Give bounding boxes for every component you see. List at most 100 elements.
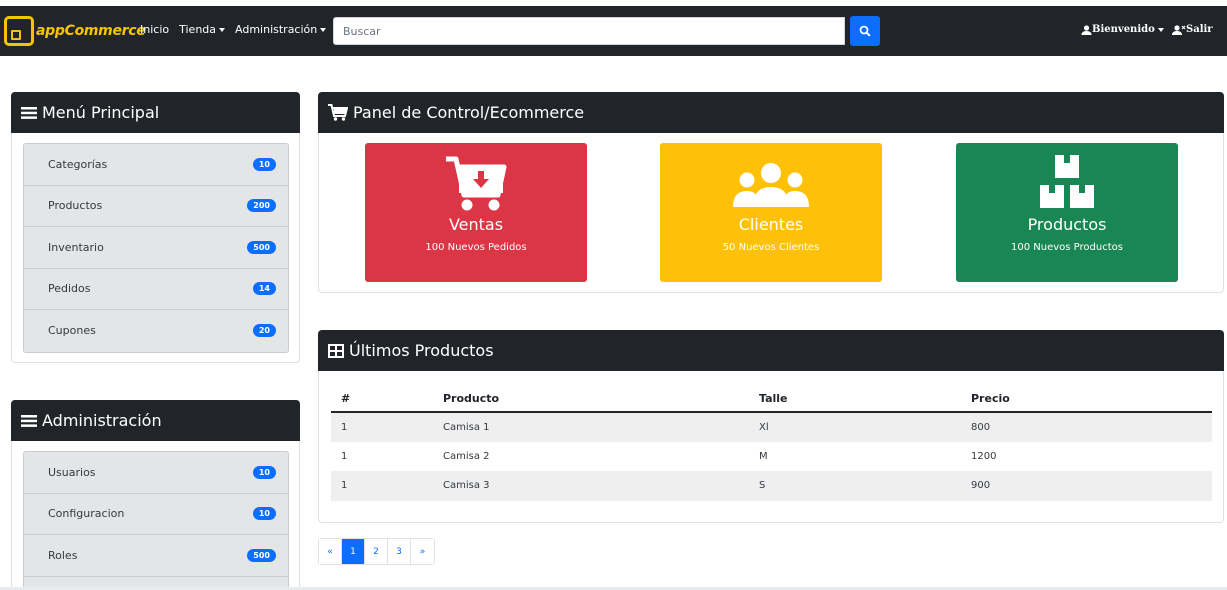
nav-link-label: Administración [235, 23, 318, 36]
cell-price: 800 [961, 412, 1212, 442]
cell-product: Camisa 1 [433, 412, 749, 442]
sidebar-item-label: Cupones [48, 324, 96, 338]
page-next-button[interactable]: » [411, 539, 434, 564]
sidebar-item-roles[interactable]: Roles 500 [24, 535, 288, 577]
cell-number: 1 [331, 471, 433, 501]
products-title: Últimos Productos [349, 341, 494, 360]
boxes-icon [1040, 155, 1094, 208]
logout-button[interactable]: Salir [1172, 24, 1213, 35]
sidebar-item-label: Categorías [48, 157, 108, 171]
cell-size: Xl [749, 412, 961, 442]
sidebar-item-label: Usuarios [48, 465, 96, 479]
column-header: Producto [433, 386, 749, 413]
sidebar-item-inventario[interactable]: Inventario 500 [24, 227, 288, 269]
nav-dropdown-tienda[interactable]: Tienda [179, 23, 226, 36]
main-menu-header: Menú Principal [11, 92, 300, 133]
chevron-down-icon [219, 28, 226, 32]
products-table: # Producto Talle Precio 1 Camisa 1 Xl 80… [331, 386, 1212, 501]
nav-link-inicio[interactable]: Inicio [140, 23, 169, 36]
welcome-dropdown[interactable]: Bienvenido [1081, 24, 1164, 35]
sidebar-item-configuracion[interactable]: Configuracion 10 [24, 494, 288, 535]
tile-subtitle: 100 Nuevos Productos [1011, 242, 1123, 253]
welcome-label: Bienvenido [1092, 24, 1155, 35]
page-2-button[interactable]: 2 [365, 539, 388, 564]
user-x-icon [1172, 24, 1186, 35]
sidebar-item-productos[interactable]: Productos 200 [24, 186, 288, 227]
tile-ventas[interactable]: Ventas 100 Nuevos Pedidos [365, 143, 587, 282]
brand[interactable]: appCommerce [4, 16, 146, 46]
tile-clientes[interactable]: Clientes 50 Nuevos Clientes [660, 143, 882, 282]
pagination: « 1 2 3 » [318, 538, 435, 565]
page-prev-button[interactable]: « [319, 539, 342, 564]
sidebar-item-cupones[interactable]: Cupones 20 [24, 310, 288, 352]
cart-download-icon [446, 156, 507, 211]
tile-subtitle: 100 Nuevos Pedidos [425, 242, 527, 253]
sidebar-item-label: Inventario [48, 240, 104, 254]
sidebar-item-label: Pedidos [48, 282, 91, 296]
tile-subtitle: 50 Nuevos Clientes [722, 242, 820, 253]
search-input[interactable] [333, 17, 845, 45]
sidebar-item-label: Configuracion [48, 507, 125, 521]
admin-menu-header: Administración [11, 400, 300, 441]
cell-product: Camisa 2 [443, 450, 490, 462]
main-menu-list: Categorías 10 Productos 200 Inventario 500 … [23, 143, 289, 353]
table-icon [328, 343, 344, 358]
search-button[interactable] [850, 16, 880, 46]
count-badge: 10 [252, 507, 276, 521]
page-3-button[interactable]: 3 [388, 539, 411, 564]
cell-size: M [759, 450, 768, 462]
nav-links: Inicio Tienda Administración [140, 23, 327, 36]
table-row: 1 Camisa 3 S 900 [331, 471, 1212, 501]
admin-menu-title: Administración [42, 411, 162, 430]
bars-icon [21, 414, 37, 427]
column-header: # [331, 386, 433, 413]
count-badge: 200 [247, 199, 276, 213]
cell-number: 1 [341, 450, 348, 462]
users-icon [733, 163, 809, 207]
admin-menu-card: Administración Usuarios 10 Configuracion 1… [11, 400, 300, 590]
main-menu-card: Menú Principal Categorías 10 Productos 200… [11, 92, 300, 363]
chevron-down-icon [1157, 27, 1164, 32]
tile-title: Productos [1027, 215, 1107, 234]
count-badge: 10 [252, 157, 276, 171]
products-header: Últimos Productos [318, 330, 1224, 371]
tile-title: Ventas [448, 215, 504, 234]
main-menu-title: Menú Principal [42, 103, 160, 122]
nav-link-label: Inicio [140, 23, 170, 36]
page-1-button[interactable]: 1 [342, 539, 365, 564]
nav-dropdown-administracion[interactable]: Administración [235, 23, 327, 36]
sidebar-item-label: Productos [48, 199, 103, 213]
sidebar-item-categorias[interactable]: Categorías 10 [24, 144, 288, 186]
sidebar-item-pedidos[interactable]: Pedidos 14 [24, 269, 288, 310]
tile-title: Clientes [738, 215, 804, 234]
column-header: Precio [961, 386, 1212, 413]
count-badge: 20 [252, 324, 276, 338]
cart-icon [328, 104, 348, 121]
count-badge: 500 [247, 548, 276, 562]
sidebar-item-label: Roles [48, 548, 78, 562]
count-badge: 10 [252, 465, 276, 479]
navbar: appCommerce Inicio Tienda Administración… [0, 6, 1227, 56]
tile-productos[interactable]: Productos 100 Nuevos Productos [956, 143, 1178, 282]
bars-icon [21, 106, 37, 119]
products-card: Últimos Productos # Producto Talle Preci… [318, 330, 1224, 523]
admin-menu-list: Usuarios 10 Configuracion 10 Roles 500 [23, 451, 289, 590]
column-header: Talle [749, 386, 961, 413]
table-row: 1 Camisa 1 Xl 800 [331, 412, 1212, 442]
dashboard-title: Panel de Control/Ecommerce [353, 103, 585, 122]
count-badge: 14 [252, 282, 276, 296]
cell-price: 1200 [971, 450, 997, 462]
cell-product: Camisa 3 [433, 471, 749, 501]
table-row: 1 Camisa 2 M 1200 [331, 442, 1212, 472]
cell-number: 1 [331, 412, 433, 442]
sidebar-item-usuarios[interactable]: Usuarios 10 [24, 452, 288, 494]
dashboard-header: Panel de Control/Ecommerce [318, 92, 1224, 133]
dashboard-card: Panel de Control/Ecommerce Ventas 100 Nu… [318, 92, 1224, 293]
table-header-row: # Producto Talle Precio [331, 386, 1212, 413]
cell-size: S [749, 471, 961, 501]
brand-name: appCommerce [36, 23, 146, 39]
cell-price: 900 [961, 471, 1212, 501]
search-icon [859, 25, 871, 37]
chevron-down-icon [320, 28, 327, 32]
nav-link-label: Tienda [179, 23, 217, 36]
